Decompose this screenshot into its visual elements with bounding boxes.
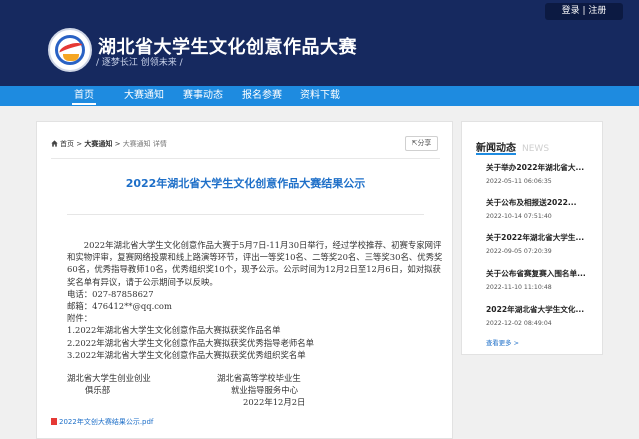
news-item[interactable]: 关于公布省赛复赛入围名单... 2022-11-10 11:10:48 (486, 268, 598, 291)
login-link[interactable]: 登录 (562, 6, 580, 16)
signer-line: 俱乐部 (85, 385, 111, 396)
divider (67, 214, 424, 215)
home-icon (51, 140, 58, 147)
nav-register[interactable]: 报名参赛 (242, 86, 282, 106)
nav-notices[interactable]: 大赛通知 (124, 86, 164, 106)
news-item[interactable]: 关于举办2022年湖北省大... 2022-05-11 06:06:35 (486, 162, 598, 185)
news-date: 2022-11-10 11:10:48 (486, 284, 552, 291)
article-card: 首页 > 大赛通知 > 大赛通知 详情 ⇱分享 2022年湖北省大学生文化创意作… (36, 121, 453, 439)
share-label: 分享 (417, 139, 432, 147)
site-header: 湖北省大学生文化创意作品大赛 / 逐梦长江 创领未来 / 登录 | 注册 (0, 0, 639, 86)
main-nav: 首页 大赛通知 赛事动态 报名参赛 资料下载 (0, 86, 639, 106)
news-title[interactable]: 2022年湖北省大学生文化... (486, 304, 598, 315)
attachment-line: 2.2022年湖北省大学生文化创意作品大赛拟获奖优秀指导老师名单 (67, 337, 315, 348)
breadcrumb-separator: > (76, 140, 83, 148)
news-item[interactable]: 2022年湖北省大学生文化... 2022-12-02 08:49:04 (486, 304, 598, 327)
breadcrumb-separator: > (114, 140, 121, 148)
news-date: 2022-09-05 07:20:39 (486, 248, 552, 255)
breadcrumb: 首页 > 大赛通知 > 大赛通知 详情 (51, 139, 167, 149)
news-sidebar: 新闻动态 NEWS 关于举办2022年湖北省大... 2022-05-11 06:… (461, 121, 603, 355)
pdf-icon (51, 418, 57, 425)
article-paragraph: 2022年湖北省大学生文化创意作品大赛于5月7日-11月30日举行，经过学校推荐… (67, 240, 443, 287)
contest-logo[interactable] (48, 28, 92, 72)
signer-line: 湖北省高等学校毕业生 (217, 373, 301, 383)
auth-box: 登录 | 注册 (545, 3, 623, 20)
breadcrumb-section[interactable]: 大赛通知 (84, 140, 112, 148)
view-more-link[interactable]: 查看更多 > (486, 338, 519, 347)
breadcrumb-home[interactable]: 首页 (60, 140, 74, 148)
contact-email: 邮箱：476412**@qq.com (67, 301, 172, 312)
news-title[interactable]: 关于公布及相报送2022... (486, 197, 598, 208)
register-link[interactable]: 注册 (588, 6, 606, 16)
site-slogan: / 逐梦长江 创领未来 / (96, 58, 183, 68)
auth-separator: | (582, 6, 586, 16)
sidebar-heading-en: NEWS (522, 144, 550, 154)
signer-date: 2022年12月2日 (243, 397, 306, 408)
attachment-download-link[interactable]: 2022年文创大赛结果公示.pdf (51, 417, 153, 427)
article-body: 2022年湖北省大学生文化创意作品大赛于5月7日-11月30日举行，经过学校推荐… (67, 239, 444, 361)
news-title[interactable]: 关于举办2022年湖北省大... (486, 162, 598, 173)
attachments-label: 附件： (67, 313, 93, 324)
nav-news[interactable]: 赛事动态 (183, 86, 223, 106)
nav-downloads[interactable]: 资料下载 (300, 86, 340, 106)
news-title[interactable]: 关于2022年湖北省大学生... (486, 232, 598, 243)
breadcrumb-current: 大赛通知 详情 (122, 140, 167, 148)
signer-line: 就业指导服务中心 (231, 385, 298, 396)
attachment-line: 1.2022年湖北省大学生文化创意作品大赛拟获奖作品名单 (67, 325, 281, 336)
share-button[interactable]: ⇱分享 (405, 136, 438, 151)
attachment-line: 3.2022年湖北省大学生文化创意作品大赛拟获奖优秀组织奖名单 (67, 349, 306, 360)
signer-line: 湖北省大学生创业创业 (67, 373, 151, 383)
news-date: 2022-12-02 08:49:04 (486, 320, 552, 327)
news-item[interactable]: 关于公布及相报送2022... 2022-10-14 07:51:40 (486, 197, 598, 220)
news-item[interactable]: 关于2022年湖北省大学生... 2022-09-05 07:20:39 (486, 232, 598, 255)
news-date: 2022-10-14 07:51:40 (486, 213, 552, 220)
heading-underline (476, 153, 516, 155)
attachment-filename: 2022年文创大赛结果公示.pdf (59, 418, 154, 426)
news-date: 2022-05-11 06:06:35 (486, 178, 552, 185)
divider (51, 158, 440, 159)
signer-right: 湖北省高等学校毕业生 就业指导服务中心 2022年12月2日 (217, 372, 305, 409)
article-title: 2022年湖北省大学生文化创意作品大赛结果公示 (125, 177, 366, 190)
contact-phone: 电话：027-87858627 (67, 288, 154, 299)
news-title[interactable]: 关于公布省赛复赛入围名单... (486, 268, 598, 279)
nav-home[interactable]: 首页 (72, 86, 96, 106)
signer-left: 湖北省大学生创业创业 俱乐部 (67, 372, 151, 396)
